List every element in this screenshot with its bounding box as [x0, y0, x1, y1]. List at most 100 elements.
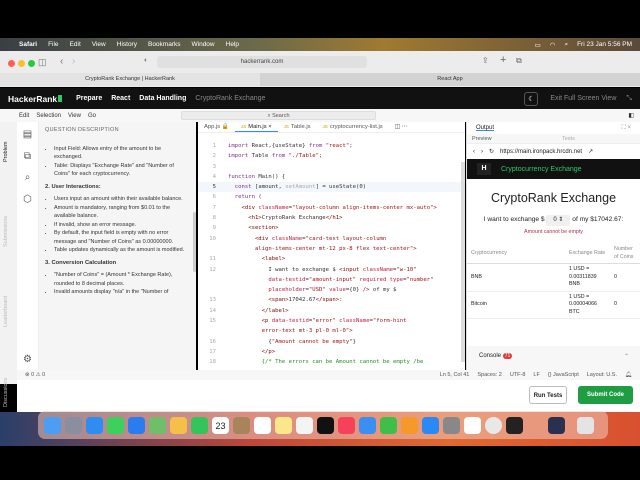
code-line[interactable]: 15 <p data-testid = "error" className = "for…: [198, 316, 465, 326]
reminders-icon[interactable]: [254, 416, 271, 434]
code-line[interactable]: 14 </label>: [198, 306, 465, 316]
browser-tab-react-app[interactable]: React App: [260, 73, 640, 86]
split-editor-icon[interactable]: ◫ ⋯: [389, 122, 414, 132]
keynote-icon[interactable]: [359, 416, 376, 434]
ide-menu-edit[interactable]: Edit: [19, 113, 29, 119]
breadcrumb-prepare[interactable]: Prepare: [76, 95, 102, 102]
tab-leaderboard[interactable]: Leaderboard: [3, 296, 9, 327]
description-icon[interactable]: ▤: [22, 129, 33, 140]
maps-icon[interactable]: [149, 416, 166, 434]
spotlight-icon[interactable]: ⌕: [564, 41, 568, 49]
photos-icon[interactable]: [170, 416, 187, 434]
menu-safari[interactable]: Safari: [19, 41, 37, 48]
code-lines[interactable]: 1 import React,{useState} from "react"; 2 i…: [198, 133, 465, 370]
launchpad-icon[interactable]: [65, 416, 82, 434]
tab-preview[interactable]: Preview: [467, 134, 557, 143]
code-line[interactable]: data-testid = "amount-input" required type…: [198, 275, 465, 285]
code-line[interactable]: 9 <section>: [198, 223, 465, 233]
code-line[interactable]: 6 return (: [198, 192, 465, 202]
minimize-window-button[interactable]: [18, 60, 25, 67]
tab-cryptocurrency-list-js[interactable]: JS cryptocurrency-list.js: [317, 122, 389, 132]
maximize-icon[interactable]: ⛶ ×: [622, 125, 631, 131]
code-line[interactable]: 8 <h1> CryptoRank Exchange </h1>: [198, 213, 465, 223]
notifications-bell-icon[interactable]: 🔔︎: [625, 372, 632, 378]
extensions-cube-icon[interactable]: ⬡: [22, 194, 33, 205]
ide-menu-view[interactable]: View: [68, 113, 81, 119]
apple-tv-icon[interactable]: [317, 416, 334, 434]
contacts-icon[interactable]: [233, 416, 250, 434]
keyboard-layout[interactable]: Layout: U.S.: [587, 372, 617, 378]
encoding[interactable]: UTF-8: [510, 372, 526, 378]
code-line[interactable]: 18 {/* The errors can be Amount cannot b…: [198, 357, 465, 367]
menu-window[interactable]: Window: [192, 41, 215, 48]
pages-icon[interactable]: [401, 416, 418, 434]
search-icon[interactable]: ⌕: [22, 172, 33, 183]
obs-icon[interactable]: [548, 416, 565, 434]
code-line[interactable]: 11 <label>: [198, 254, 465, 264]
preview-back-icon[interactable]: ‹: [473, 149, 475, 155]
code-line[interactable]: 2 import Table from "./Table";: [198, 151, 465, 161]
forward-icon[interactable]: ›: [72, 56, 75, 67]
privacy-shield-icon[interactable]: ◐: [144, 57, 148, 64]
feather-app-icon[interactable]: [527, 417, 544, 434]
code-line[interactable]: 5 const [amount, setAmount] = useState(0…: [198, 182, 465, 193]
numbers-icon[interactable]: [380, 416, 397, 434]
tab-main-js[interactable]: JS Main.js ×: [234, 122, 278, 132]
breadcrumb-data-handling[interactable]: Data Handling: [139, 95, 186, 102]
messages-icon[interactable]: [107, 416, 124, 434]
hackerrank-logo[interactable]: HackerRank: [8, 94, 63, 104]
settings-gear-icon[interactable]: ⚙: [22, 354, 33, 365]
menu-file[interactable]: File: [48, 41, 58, 48]
battery-icon[interactable]: ▭: [535, 41, 541, 49]
terminal-icon[interactable]: [506, 416, 523, 434]
close-tab-icon[interactable]: ×: [268, 124, 271, 130]
collapse-icon[interactable]: ⤡: [626, 95, 632, 103]
ide-menu-go[interactable]: Go: [88, 113, 96, 119]
indentation[interactable]: Spaces: 2: [477, 372, 501, 378]
menu-edit[interactable]: Edit: [70, 41, 81, 48]
chevron-up-icon[interactable]: ⌃: [624, 353, 629, 360]
ide-menu-selection[interactable]: Selection: [36, 113, 61, 119]
calendar-icon[interactable]: 23: [212, 416, 229, 434]
editor-scrollbar[interactable]: [461, 162, 465, 362]
tab-problem[interactable]: Problem: [3, 142, 9, 162]
mail-icon[interactable]: [128, 416, 145, 434]
finder-icon[interactable]: [44, 416, 61, 434]
facetime-icon[interactable]: [191, 416, 208, 434]
menu-history[interactable]: History: [117, 41, 137, 48]
code-line[interactable]: 10 <div className = "card-text layout-colu…: [198, 234, 465, 244]
console-bar[interactable]: Console 71 ⌃: [467, 346, 640, 370]
sidebar-toggle-icon[interactable]: ◫: [38, 57, 47, 68]
run-tests-button[interactable]: Run Tests: [529, 386, 567, 404]
tab-discussions[interactable]: Discussions: [3, 378, 9, 407]
freeform-icon[interactable]: [296, 416, 313, 434]
ide-search-input[interactable]: ⌕ Search: [181, 111, 376, 120]
code-line[interactable]: 16 {"Amount cannot be empty"}: [198, 337, 465, 347]
dark-mode-toggle-icon[interactable]: ☾: [524, 91, 539, 106]
trash-icon[interactable]: [577, 416, 594, 434]
music-icon[interactable]: [338, 416, 355, 434]
browser-tab-hackerrank[interactable]: CryptoRank Exchange | HackerRank: [0, 73, 260, 86]
tab-app-js[interactable]: App.js 🔒: [198, 122, 235, 132]
notes-icon[interactable]: [275, 416, 292, 434]
code-line[interactable]: placeholder = "USD" value ={0} /> of my $: [198, 285, 465, 295]
description-scrollbar[interactable]: [193, 212, 196, 272]
address-bar[interactable]: hackerrank.com: [157, 56, 367, 68]
reload-icon[interactable]: ↻: [489, 148, 494, 155]
code-line[interactable]: 7 <div className = "layout-column align-it…: [198, 203, 465, 213]
close-window-button[interactable]: [8, 60, 15, 67]
preview-url[interactable]: https://main.ironpack.hrcdn.net: [500, 149, 582, 155]
code-line[interactable]: 13 <span> 17042.67 </span>:: [198, 295, 465, 305]
chrome-icon[interactable]: [485, 416, 502, 434]
amount-input[interactable]: 0 ⇕: [546, 215, 571, 226]
submit-code-button[interactable]: Submit Code: [578, 386, 633, 404]
tab-overview-icon[interactable]: ⧉: [516, 56, 522, 66]
breadcrumb-react[interactable]: React: [111, 95, 130, 102]
vscode-icon[interactable]: [464, 416, 481, 434]
safari-icon[interactable]: [86, 416, 103, 434]
exit-full-screen-link[interactable]: Exit Full Screen View: [550, 95, 616, 102]
clock[interactable]: Fri 23 Jan 5:56 PM: [577, 41, 632, 49]
tab-tests[interactable]: Tests: [557, 134, 580, 143]
share-icon[interactable]: ⇪: [482, 56, 489, 65]
code-line[interactable]: error-text mt-3 pl-0 ml-0" >: [198, 326, 465, 336]
